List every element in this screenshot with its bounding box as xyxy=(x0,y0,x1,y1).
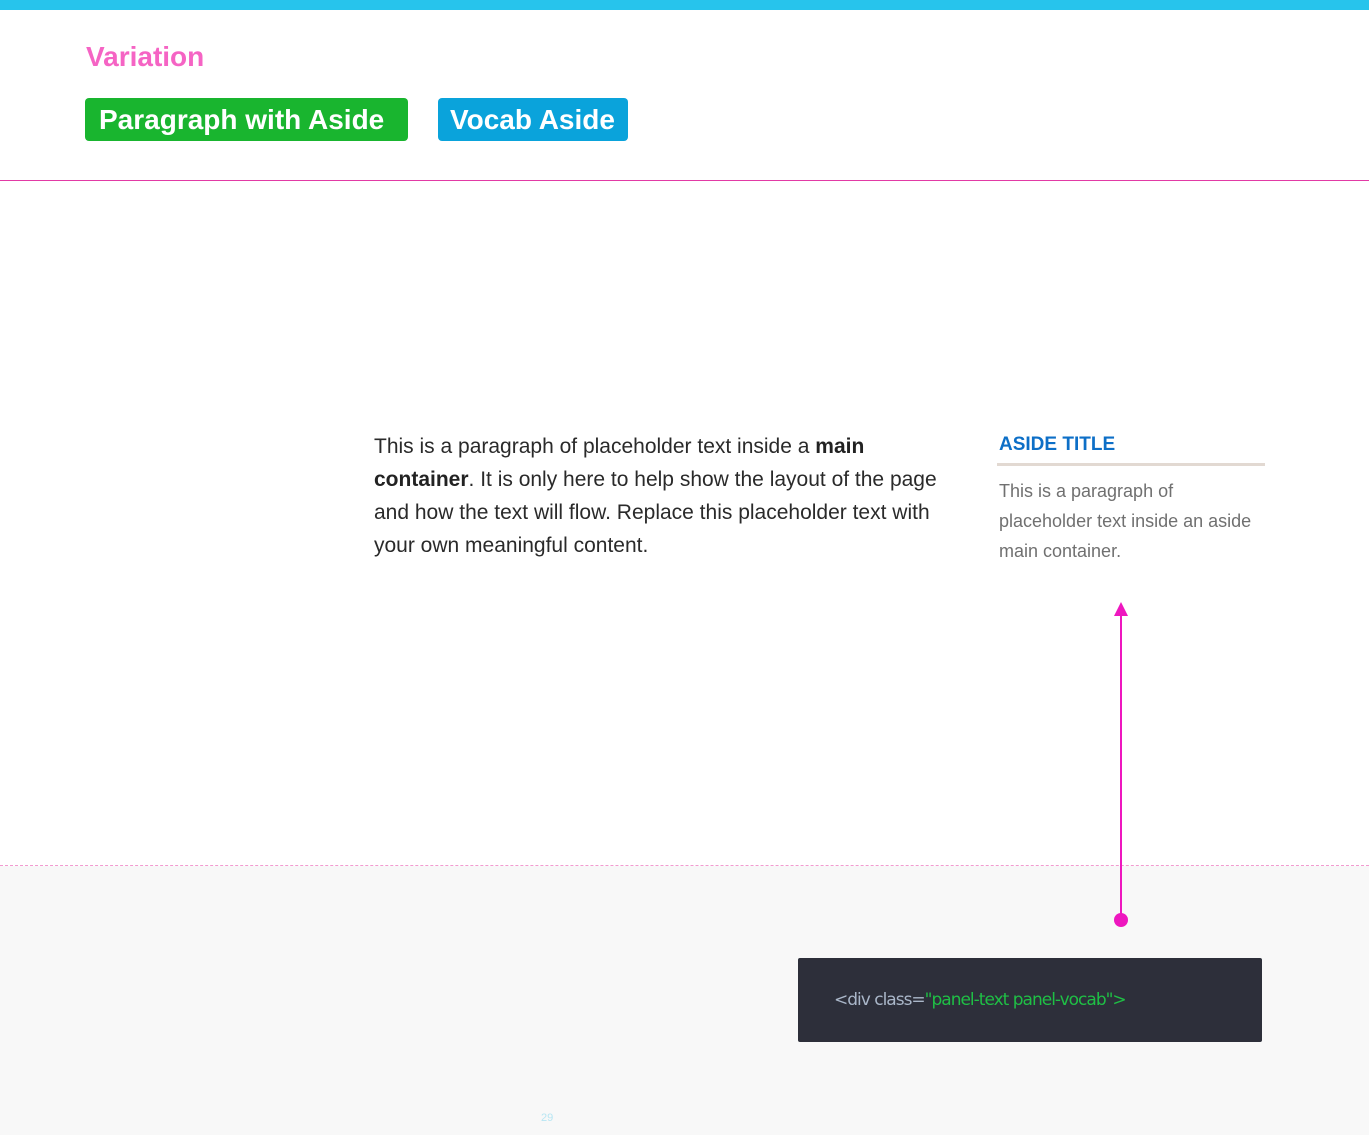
pointer-arrow-head xyxy=(1114,602,1128,616)
aside-body: This is a paragraph of placeholder text … xyxy=(999,481,1252,561)
vocab-aside-tag: Vocab Aside xyxy=(438,98,628,141)
pointer-arrow-dot xyxy=(1114,913,1128,927)
pointer-arrow-icon xyxy=(1114,602,1128,927)
main-paragraph-text-start: This is a paragraph of placeholder text … xyxy=(374,435,816,458)
code-class-value: "panel-text panel-vocab"> xyxy=(924,990,1127,1010)
paragraph-with-aside-tag: Paragraph with Aside xyxy=(85,98,408,141)
dashed-divider xyxy=(0,865,1369,866)
page-number: 29 xyxy=(541,1112,554,1124)
header-divider xyxy=(0,180,1369,181)
aside-panel: ASIDE TITLE This is a paragraph of place… xyxy=(997,432,1265,566)
main-paragraph: This is a paragraph of placeholder text … xyxy=(374,430,944,562)
top-accent-bar xyxy=(0,0,1369,10)
page: Variation Paragraph with Aside Vocab Asi… xyxy=(0,0,1369,1135)
aside-title: ASIDE TITLE xyxy=(997,432,1265,466)
code-tag-open: <div class= xyxy=(834,990,926,1010)
variation-label: Variation xyxy=(86,41,205,72)
code-snippet: <div class="panel-text panel-vocab"> xyxy=(798,958,1262,1042)
